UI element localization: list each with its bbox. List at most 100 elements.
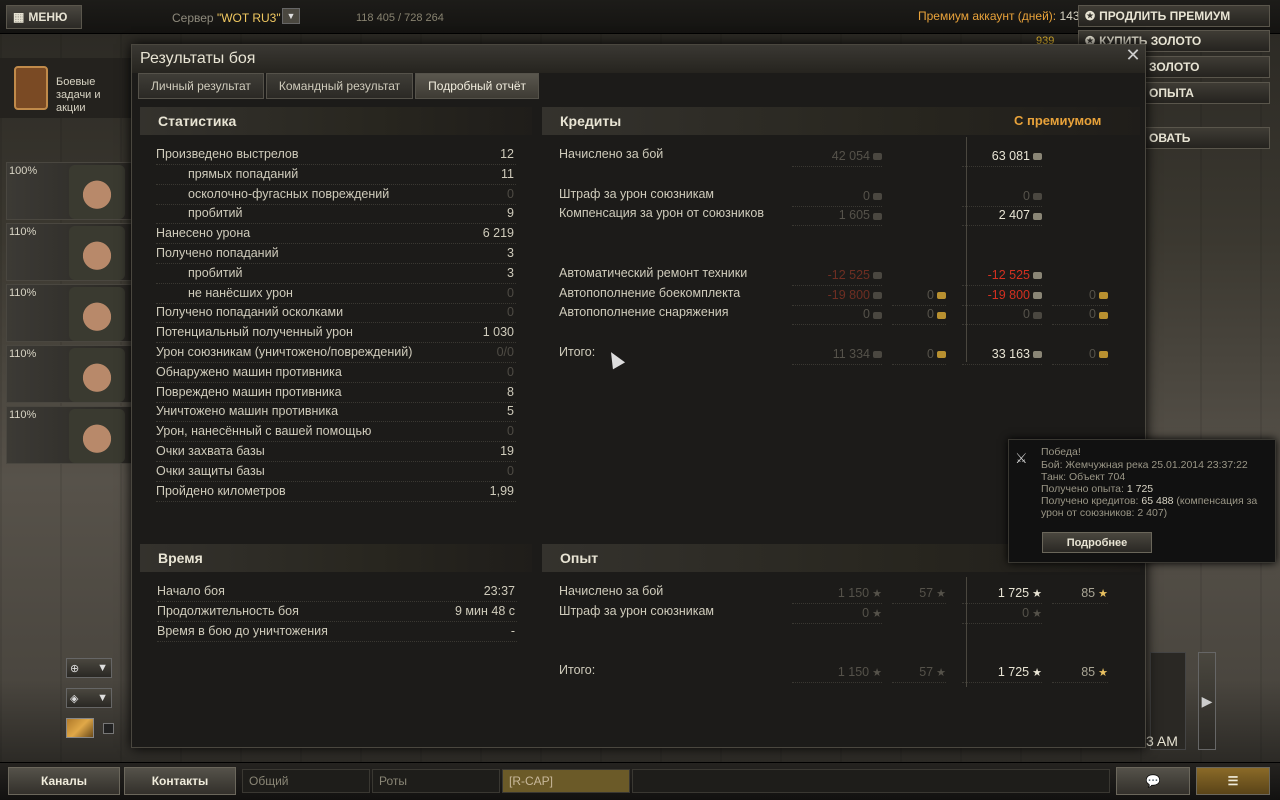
credits-premium-amount: -19 800 <box>987 287 1030 302</box>
stats-value: 0 <box>507 305 514 320</box>
xp-premium-value: 1 725 ★ <box>962 664 1042 684</box>
stats-row: Потенциальный полученный урон 1 030 <box>156 324 516 344</box>
notifications-button[interactable]: ☰ <box>1196 767 1270 795</box>
dialog-title: Результаты боя <box>140 50 256 67</box>
quests-widget[interactable]: Боевые задачи и акции <box>0 58 132 118</box>
credits-base-value: -12 525 <box>792 267 882 286</box>
stats-label: Обнаружено машин противника <box>156 364 342 379</box>
quest-bag-icon <box>14 66 48 110</box>
chat-input[interactable] <box>632 769 1110 793</box>
stats-row: Получено попаданий осколками 0 <box>156 304 516 324</box>
credits-premium-amount: 63 081 <box>991 149 1030 163</box>
menu-label: МЕНЮ <box>28 10 68 24</box>
credits-premium-value: -12 525 <box>962 267 1042 286</box>
xp-label: Штраф за урон союзникам <box>559 603 715 618</box>
stats-label: Нанесено урона <box>156 226 251 241</box>
stats-label: Уничтожено машин противника <box>156 404 339 419</box>
chat-tab-clan[interactable]: [R-CAP] <box>502 769 630 793</box>
star-icon: ✪ <box>1085 9 1096 23</box>
menu-icon: ▦ <box>13 10 25 24</box>
chat-tab-general[interactable]: Общий <box>242 769 370 793</box>
credits-base-amount: 1 605 <box>838 208 870 223</box>
credits-premium-value: 33 163 <box>962 346 1042 365</box>
crew-member[interactable]: 110% <box>6 406 132 464</box>
gold-icon <box>1099 351 1108 359</box>
menu-button[interactable]: ▦ МЕНЮ <box>6 5 82 29</box>
chat-tab-companies[interactable]: Роты <box>372 769 500 793</box>
credits-base-amount: 0 <box>863 188 870 203</box>
checkbox[interactable] <box>103 723 114 734</box>
tab-team[interactable]: Командный результат <box>265 73 414 99</box>
credits-base-amount: -12 525 <box>827 267 870 282</box>
crew-member[interactable]: 110% <box>6 284 132 342</box>
contacts-button[interactable]: Контакты <box>124 767 236 795</box>
extend-premium-button[interactable]: ✪ ПРОДЛИТЬ ПРЕМИУМ <box>1078 5 1270 27</box>
close-icon[interactable]: ✕ <box>1125 46 1141 64</box>
free-xp-amount: 85 <box>1081 665 1096 680</box>
credits-icon <box>873 153 882 161</box>
globe-icon: ⊕ <box>70 662 80 675</box>
stats-label: не нанёсших урон <box>188 285 293 300</box>
filter-dropdown[interactable]: ◈ ▼ <box>66 688 112 708</box>
credits-premium-amount: 33 163 <box>991 347 1030 361</box>
credits-premium-value: -19 800 <box>962 287 1042 306</box>
gold-amount: 0 <box>927 347 934 361</box>
credits-icon <box>873 192 882 200</box>
credits-base-value: 0 <box>792 188 882 207</box>
credits-premium-value: 2 407 <box>962 207 1042 227</box>
stats-label: Произведено выстрелов <box>156 147 299 161</box>
time-label: Начало боя <box>157 584 225 598</box>
star-icon: ★ <box>1032 607 1042 620</box>
column-divider <box>966 137 967 362</box>
xp-premium-value: 1 725 ★ <box>962 585 1042 604</box>
gold-amount: 0 <box>1089 307 1096 322</box>
carousel-arrow-right[interactable]: ▶ <box>1198 652 1216 750</box>
server-dropdown-button[interactable]: ▼ <box>282 8 300 24</box>
stats-label: Получено попаданий <box>156 246 279 260</box>
credits-premium-gold: 0 <box>1052 287 1108 306</box>
crew-member[interactable]: 100% <box>6 162 132 220</box>
tab-bar: Личный результат Командный результат Под… <box>138 73 540 99</box>
server-name: "WOT RU3" <box>216 11 281 25</box>
chat-icon-button[interactable]: 💬 <box>1116 767 1190 795</box>
xp-base-free: 57 ★ <box>892 585 946 604</box>
stats-value: 19 <box>500 444 514 458</box>
dialog-header: Результаты боя ✕ <box>132 45 1145 73</box>
credits-icon <box>1033 153 1042 161</box>
language-dropdown[interactable]: ⊕ ▼ <box>66 658 112 678</box>
crew-member[interactable]: 110% <box>6 223 132 281</box>
stats-label: Получено попаданий осколками <box>156 305 344 320</box>
camo-icon[interactable] <box>66 718 94 738</box>
tab-detailed[interactable]: Подробный отчёт <box>415 73 540 99</box>
clock-text: 3 AM <box>1146 733 1178 749</box>
stats-label: Очки защиты базы <box>156 463 265 478</box>
crew-member[interactable]: 110% <box>6 345 132 403</box>
stats-label: прямых попаданий <box>188 166 299 181</box>
time-value: - <box>510 624 515 638</box>
credits-base-value: 1 605 <box>792 207 882 227</box>
stats-label: Пройдено километров <box>156 483 286 498</box>
stats-row: Очки захвата базы 19 <box>156 443 516 462</box>
stats-value: 5 <box>507 404 514 419</box>
gold-amount: 0 <box>927 307 934 322</box>
details-button[interactable]: Подробнее <box>1042 532 1152 553</box>
credits-label: Штраф за урон союзникам <box>559 186 715 201</box>
stats-row: Уничтожено машин противника 5 <box>156 403 516 423</box>
xp-premium-value: 0 ★ <box>962 605 1042 624</box>
xp-base-value: 1 150 ★ <box>792 585 882 604</box>
xp-base-amount: 1 150 <box>837 665 870 680</box>
gold-icon <box>1099 291 1108 299</box>
stats-label: Урон, нанесённый с вашей помощью <box>156 424 372 439</box>
battle-results-dialog: Результаты боя ✕ Личный результат Команд… <box>131 44 1146 748</box>
notif-title: Победа! <box>1041 446 1081 458</box>
time-label: Продолжительность боя <box>157 604 299 618</box>
stats-row: Урон, нанесённый с вашей помощью 0 <box>156 423 516 443</box>
tab-personal[interactable]: Личный результат <box>138 73 264 99</box>
chevron-down-icon: ▼ <box>97 692 108 704</box>
credits-label: Автопополнение боекомплекта <box>559 285 741 300</box>
stats-value: 3 <box>507 246 514 260</box>
channels-button[interactable]: Каналы <box>8 767 120 795</box>
credits-icon <box>1033 212 1042 220</box>
premium-days: 143 <box>1059 9 1080 23</box>
credits-icon <box>1033 351 1042 359</box>
